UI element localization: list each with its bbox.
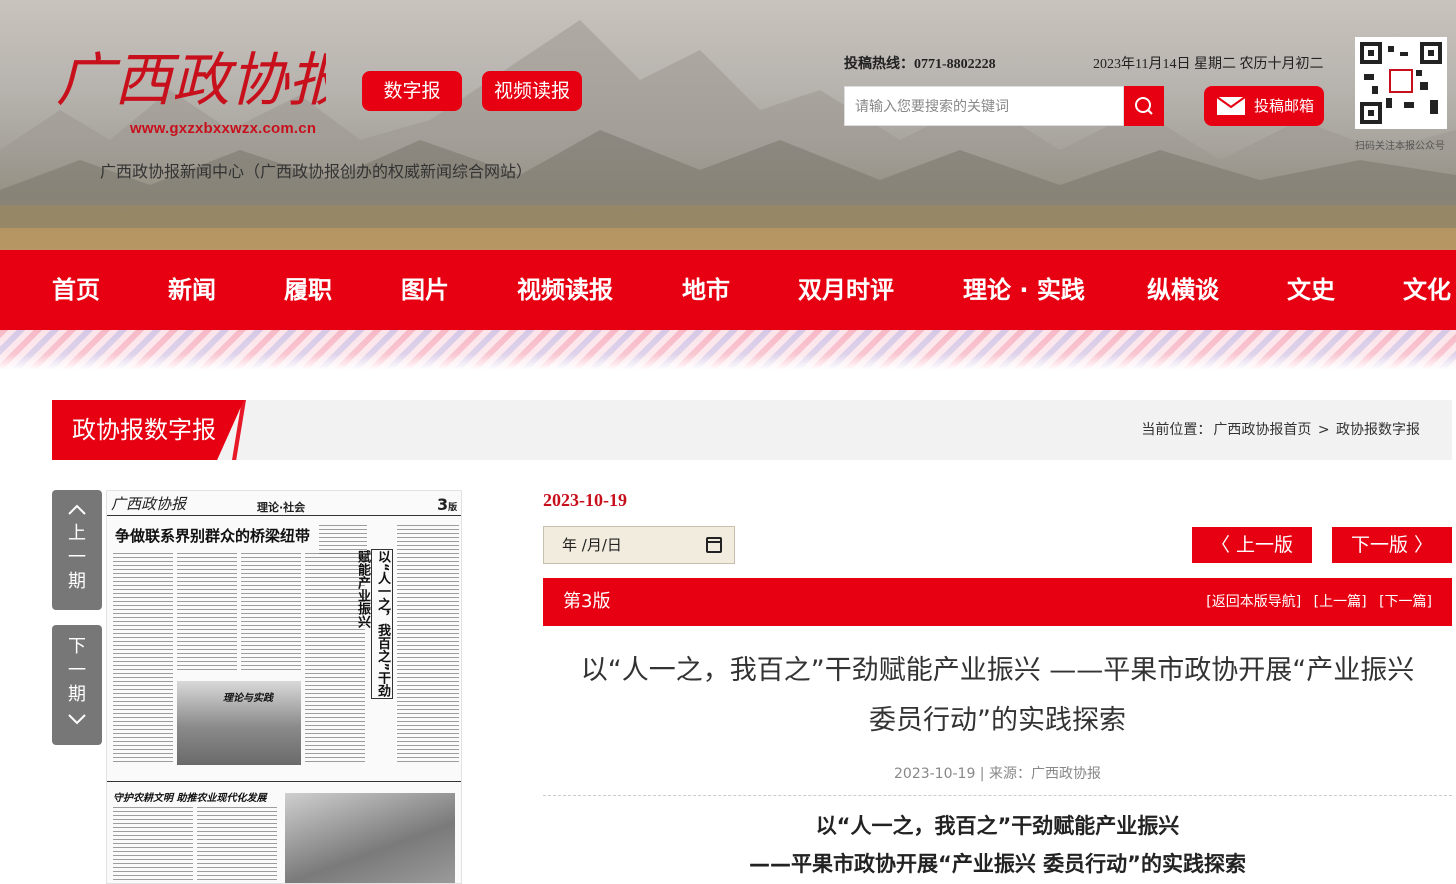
header-banner: 广西政协报 www.gxzxbxxwzx.com.cn 广西政协报新闻中心（广西…: [0, 0, 1456, 250]
prev-issue-char: 一: [68, 547, 86, 568]
edition-links: [返回本版导航] [上一篇] [下一篇]: [1198, 578, 1432, 626]
thumb-masthead: 广西政协报: [111, 495, 187, 513]
nav-history[interactable]: 文史: [1287, 250, 1335, 330]
submit-mail-button[interactable]: 投稿邮箱: [1204, 86, 1324, 126]
next-article-link[interactable]: [下一篇]: [1379, 594, 1432, 610]
nav-photos[interactable]: 图片: [401, 250, 449, 330]
qr-caption: 扫码关注本报公众号: [1355, 141, 1445, 152]
search-button[interactable]: [1124, 86, 1164, 126]
thumb-section: 理论·社会: [257, 501, 306, 514]
breadcrumb-home[interactable]: 广西政协报首页: [1213, 422, 1311, 438]
article-body-heading: 以“人一之，我百之”干劲赋能产业振兴: [815, 814, 1180, 838]
thumb-headline: 争做联系界别群众的桥梁纽带: [115, 527, 311, 545]
breadcrumb-separator: >: [1317, 422, 1330, 438]
nav-home[interactable]: 首页: [52, 250, 100, 330]
date-picker-input[interactable]: 年 /月/日: [543, 526, 735, 564]
nav-culture[interactable]: 文化: [1403, 250, 1451, 330]
prev-issue-button[interactable]: 上 一 期: [52, 490, 102, 610]
next-issue-char: 一: [68, 660, 86, 681]
edition-date: 2023-10-19: [543, 490, 627, 510]
breadcrumb: 当前位置： 广西政协报首页 > 政协报数字报: [1140, 400, 1421, 460]
video-read-button[interactable]: 视频读报: [482, 71, 582, 111]
thumb-bottom-headline: 守护农耕文明 助推农业现代化发展: [113, 793, 267, 804]
qr-code: [1355, 37, 1447, 129]
calendar-icon[interactable]: [706, 537, 722, 553]
next-issue-char: 期: [68, 684, 86, 705]
thumb-vertical-headline: 以“人一之，我百之”干劲赋能产业振兴: [355, 549, 393, 699]
nav-commentary[interactable]: 双月时评: [798, 250, 894, 330]
article-title: 以“人一之，我百之”干劲赋能产业振兴 ——平果市政协开展“产业振兴 委员行动”的…: [543, 646, 1452, 746]
prev-edition-label: 上一版: [1236, 534, 1294, 556]
digital-paper-button[interactable]: 数字报: [362, 71, 462, 111]
mail-icon: [1216, 96, 1246, 115]
nav-video-read[interactable]: 视频读报: [517, 250, 613, 330]
logo-text: 广西政协报: [56, 46, 326, 114]
edition-page-label: 第3版: [563, 591, 611, 612]
prev-edition-button[interactable]: 〈 上一版: [1192, 527, 1312, 563]
breadcrumb-label: 当前位置：: [1141, 422, 1212, 438]
thumb-photo-caption: 理论与实践: [223, 693, 273, 704]
nav-theory-practice[interactable]: 理论 · 实践: [963, 250, 1085, 330]
current-date: 2023年11月14日 星期二 农历十月初二: [1093, 57, 1324, 72]
thumb-page-no: 3版: [437, 495, 457, 514]
chevron-left-icon: 〈: [1210, 534, 1237, 556]
breadcrumb-current[interactable]: 政协报数字报: [1336, 422, 1420, 438]
next-edition-button[interactable]: 下一版 〉: [1332, 527, 1452, 563]
article-body-subheading: ——平果市政协开展“产业振兴 委员行动”的实践探索: [749, 852, 1246, 876]
section-title: 政协报数字报: [52, 400, 244, 460]
site-subtitle: 广西政协报新闻中心（广西政协报创办的权威新闻综合网站）: [100, 162, 533, 181]
chevron-up-icon: [68, 504, 86, 515]
prev-article-link[interactable]: [上一篇]: [1314, 594, 1367, 610]
divider: [543, 795, 1452, 796]
mail-label: 投稿邮箱: [1254, 97, 1315, 115]
decorative-pattern: [0, 330, 1456, 370]
hotline: 投稿热线：0771-8802228: [844, 57, 996, 72]
next-issue-char: 下: [68, 636, 86, 657]
logo[interactable]: 广西政协报: [56, 38, 326, 118]
prev-issue-char: 期: [68, 571, 86, 592]
qr-code-image: [1360, 42, 1442, 124]
thumb-page-number: 3: [437, 495, 449, 514]
search-icon: [1135, 97, 1153, 115]
date-picker-display: 年 /月/日: [562, 536, 622, 554]
search-input[interactable]: 请输入您要搜索的关键词: [844, 86, 1124, 126]
chevron-down-icon: [68, 714, 86, 725]
next-edition-label: 下一版: [1350, 534, 1408, 556]
article-meta: 2023-10-19 | 来源：广西政协报: [894, 766, 1101, 782]
thumb-photo: 理论与实践: [177, 681, 301, 765]
nav-duty[interactable]: 履职: [284, 250, 332, 330]
prev-issue-char: 上: [68, 523, 86, 544]
nav-discussion[interactable]: 纵横谈: [1147, 250, 1219, 330]
thumb-page-suffix: 版: [448, 503, 458, 513]
article-title-line: 以“人一之，我百之”干劲赋能产业振兴 ——平果市政协开展“产业振兴: [580, 655, 1415, 686]
thumb-photo-2: [285, 793, 455, 883]
back-to-nav-link[interactable]: [返回本版导航]: [1206, 594, 1301, 610]
next-issue-button[interactable]: 下 一 期: [52, 625, 102, 745]
main-nav: 首页 新闻 履职 图片 视频读报 地市 双月时评 理论 · 实践 纵横谈 文史 …: [0, 250, 1456, 330]
edition-banner: 第3版 [返回本版导航] [上一篇] [下一篇]: [543, 578, 1452, 626]
nav-cities[interactable]: 地市: [682, 250, 730, 330]
chevron-right-icon: 〉: [1407, 534, 1434, 556]
article-title-line: 委员行动”的实践探索: [869, 705, 1126, 736]
nav-news[interactable]: 新闻: [168, 250, 216, 330]
newspaper-page-thumbnail[interactable]: 广西政协报 理论·社会 3版 争做联系界别群众的桥梁纽带 理论与实践 以“人一之…: [106, 490, 462, 884]
logo-url: www.gxzxbxxwzx.com.cn: [130, 120, 317, 137]
